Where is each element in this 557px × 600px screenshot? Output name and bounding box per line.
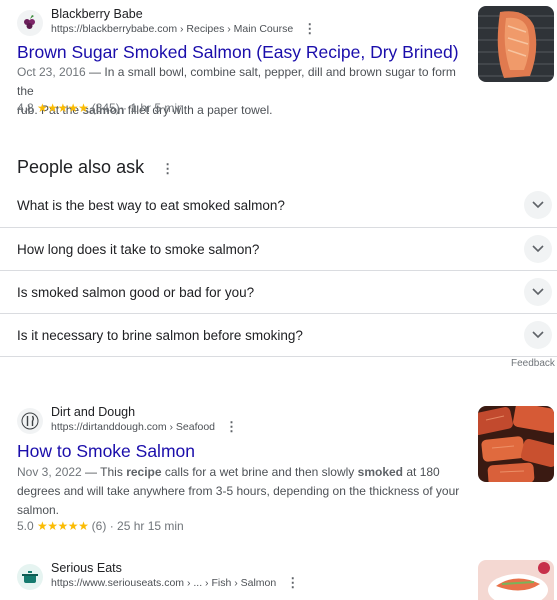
- paa-question: How long does it take to smoke salmon?: [17, 242, 260, 257]
- salmon-image: [478, 560, 554, 600]
- site-favicon-dirtanddough: [17, 408, 43, 434]
- snippet-text: calls for a wet brine and then slowly: [161, 465, 358, 479]
- cook-time: · 1 hr 5 min: [123, 101, 184, 115]
- paa-heading: People also ask ⋮: [17, 157, 174, 178]
- site-url[interactable]: https://dirtanddough.com › Seafood ⋮: [51, 420, 238, 433]
- more-vert-icon[interactable]: ⋮: [161, 162, 174, 175]
- result-thumbnail[interactable]: [478, 6, 554, 82]
- review-count: (345): [91, 101, 120, 115]
- fork-knife-icon: [21, 412, 39, 430]
- more-vert-icon[interactable]: ⋮: [303, 22, 316, 35]
- more-vert-icon[interactable]: ⋮: [286, 576, 299, 589]
- site-name: Dirt and Dough: [51, 405, 136, 419]
- site-name: Blackberry Babe: [51, 7, 143, 21]
- snippet-text: degrees and will take anywhere from 3-5 …: [17, 484, 460, 498]
- site-url[interactable]: https://blackberrybabe.com › Recipes › M…: [51, 22, 316, 35]
- result-thumbnail[interactable]: [478, 560, 554, 600]
- paa-question-row[interactable]: How long does it take to smoke salmon?: [0, 227, 557, 271]
- star-icons: ★★★★★: [37, 519, 89, 533]
- url-text: https://www.seriouseats.com › ... › Fish…: [51, 577, 277, 589]
- snippet-bold: smoked: [357, 465, 404, 479]
- chevron-down-icon[interactable]: [524, 191, 552, 219]
- result-snippet: Nov 3, 2022 — This recipe calls for a we…: [17, 463, 467, 520]
- url-text: https://dirtanddough.com › Seafood: [51, 421, 216, 433]
- feedback-link[interactable]: Feedback: [511, 358, 555, 369]
- paa-question-row[interactable]: Is it necessary to brine salmon before s…: [0, 313, 557, 357]
- url-text: https://blackberrybabe.com › Recipes › M…: [51, 23, 294, 35]
- site-favicon-seriouseats: [17, 564, 43, 590]
- site-url[interactable]: https://www.seriouseats.com › ... › Fish…: [51, 576, 299, 589]
- result-title-link[interactable]: Brown Sugar Smoked Salmon (Easy Recipe, …: [17, 42, 459, 63]
- paa-question: What is the best way to eat smoked salmo…: [17, 198, 285, 213]
- snippet-text: salmon.: [17, 503, 60, 517]
- snippet-text: — This: [81, 465, 127, 479]
- paa-question: Is it necessary to brine salmon before s…: [17, 328, 303, 343]
- salmon-image: [478, 406, 554, 482]
- site-favicon-blackberry: [17, 10, 43, 36]
- chevron-down-icon[interactable]: [524, 278, 552, 306]
- chevron-down-icon[interactable]: [524, 235, 552, 263]
- paa-question-row[interactable]: Is smoked salmon good or bad for you?: [0, 270, 557, 314]
- site-name: Serious Eats: [51, 561, 122, 575]
- rating-value: 5.0: [17, 519, 34, 533]
- snippet-bold: recipe: [126, 465, 162, 479]
- rating-value: 4.8: [17, 101, 34, 115]
- rating-row: 4.8 ★★★★★ (345) · 1 hr 5 min: [17, 101, 184, 115]
- pot-icon: [22, 571, 38, 583]
- rating-row: 5.0 ★★★★★ (6) · 25 hr 15 min: [17, 519, 184, 533]
- result-title-link[interactable]: How to Smoke Salmon: [17, 441, 195, 462]
- paa-question-row[interactable]: What is the best way to eat smoked salmo…: [0, 184, 557, 227]
- snippet-text: at 180: [403, 465, 440, 479]
- paa-title: People also ask: [17, 157, 145, 177]
- salmon-image: [478, 6, 554, 82]
- paa-question: Is smoked salmon good or bad for you?: [17, 285, 255, 300]
- cook-time: · 25 hr 15 min: [109, 519, 184, 533]
- result-date: Nov 3, 2022: [17, 465, 82, 479]
- chevron-down-icon[interactable]: [524, 321, 552, 349]
- star-icons: ★★★★★: [37, 101, 89, 115]
- result-date: Oct 23, 2016: [17, 65, 86, 79]
- blackberry-icon: [24, 15, 35, 29]
- more-vert-icon[interactable]: ⋮: [225, 420, 238, 433]
- divider: [0, 356, 557, 357]
- result-thumbnail[interactable]: [478, 406, 554, 482]
- review-count: (6): [91, 519, 107, 533]
